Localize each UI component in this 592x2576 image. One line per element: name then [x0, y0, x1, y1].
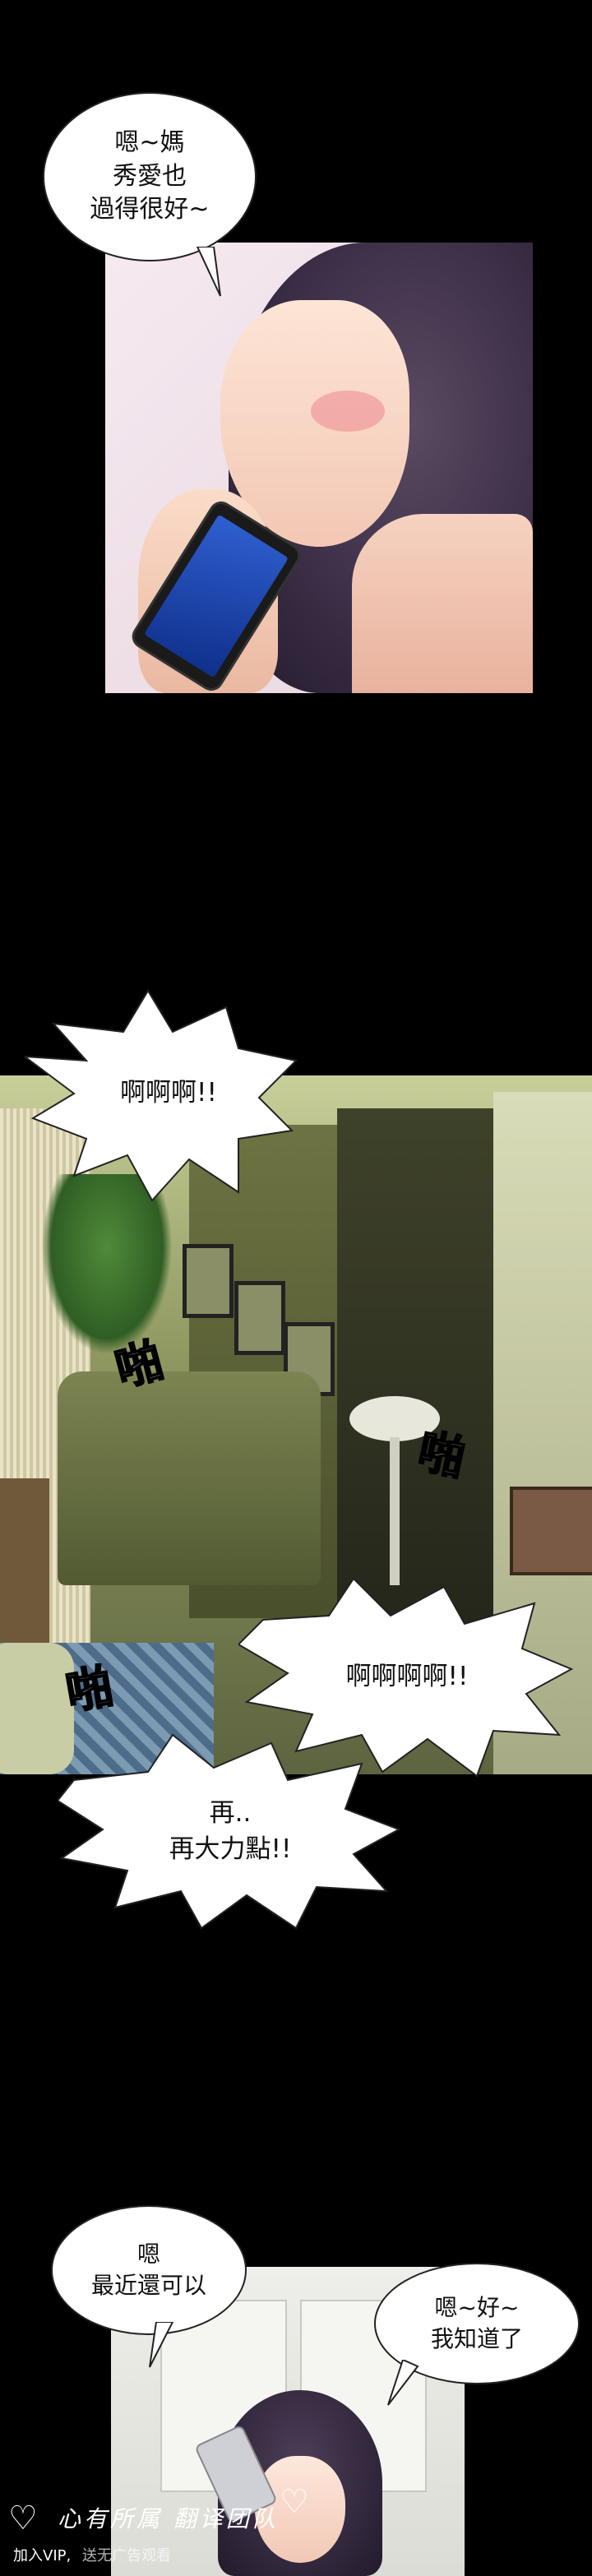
- heart-icon: ♡: [8, 2500, 38, 2537]
- panel-phone-call: [105, 243, 533, 693]
- watermark-subtitle2: 送无广告观看: [82, 2547, 171, 2564]
- shout-text: 再.. 再大力點!!: [169, 1798, 292, 1864]
- bubble-tail: [149, 2322, 174, 2368]
- character-neck: [352, 514, 533, 693]
- coffee-table: [0, 1478, 49, 1643]
- shout-bubble-top: 啊啊啊!!: [25, 983, 312, 1205]
- speech-bubble-mom-call: 嗯~媽 秀愛也 過得很好~: [43, 92, 257, 261]
- speech-bubble-left: 嗯 最近還可以: [51, 2205, 247, 2335]
- shout-text: 啊啊啊!!: [120, 1078, 217, 1108]
- picture-frame: [234, 1281, 285, 1355]
- heart-icon: ♡: [280, 2483, 309, 2521]
- wall-painting: [510, 1487, 592, 1575]
- watermark: ♡ ♡ 心有所属 翻译团队 加入VIP, 送无广告观看: [8, 2483, 354, 2574]
- sofa: [58, 1371, 321, 1585]
- shout-bubble-bottom: 再.. 再大力點!!: [58, 1731, 403, 1932]
- picture-frame: [183, 1244, 234, 1318]
- wall-column: [337, 1108, 502, 1651]
- watermark-subtitle: 加入VIP,: [13, 2547, 72, 2564]
- blush: [311, 391, 385, 432]
- watermark-title: 心有所属 翻译团队: [58, 2505, 279, 2532]
- bubble-tail: [387, 2360, 419, 2406]
- side-table-leg: [390, 1437, 400, 1585]
- bubble-tail: [196, 247, 221, 297]
